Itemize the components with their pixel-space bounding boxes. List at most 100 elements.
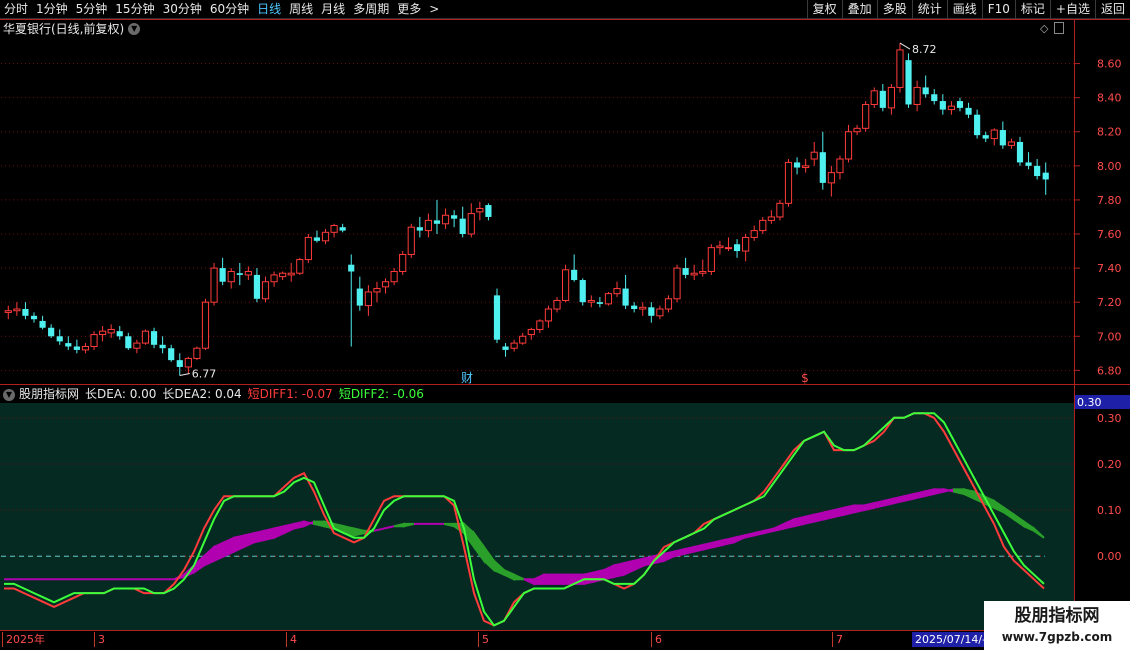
candle-body-down — [905, 60, 912, 105]
candle-body-up — [553, 299, 561, 310]
candle-body-down — [622, 288, 629, 306]
candle-body-up — [887, 86, 895, 109]
watermark: 股朋指标网 www.7gpzb.com — [984, 601, 1130, 650]
dea-ribbon-segment — [923, 488, 935, 498]
candle-body-up — [399, 253, 407, 273]
candle-body-down — [596, 302, 603, 304]
candle-body-up — [784, 161, 793, 204]
candle-body-down — [1034, 165, 1041, 177]
low-price-label: 6.77 — [192, 367, 217, 380]
candle-body-up — [699, 271, 707, 274]
candle-body-down — [356, 288, 363, 306]
candle-body-up — [750, 230, 758, 238]
candle-body-up — [536, 320, 544, 330]
indicator-tick-label: 0.10 — [1097, 504, 1122, 517]
candle-body-up — [990, 129, 998, 140]
candle-body-up — [613, 288, 621, 295]
candle-body-up — [381, 281, 390, 288]
high-price-label: 8.72 — [912, 43, 937, 56]
dea-ribbon-segment — [843, 504, 855, 516]
candle-body-down — [348, 264, 355, 272]
date-cursor-label: 2025/07/14/- — [912, 632, 990, 647]
candle-body-up — [4, 310, 12, 313]
candle-body-up — [853, 127, 861, 133]
dea-ribbon-segment — [553, 573, 565, 585]
candle-body-up — [519, 335, 527, 344]
candle-body-up — [947, 105, 955, 111]
candle-body-up — [227, 271, 235, 283]
candle-body-down — [956, 101, 964, 108]
candle-body-up — [244, 271, 252, 276]
dea-ribbon-segment — [583, 571, 595, 586]
candle-body-up — [759, 219, 767, 232]
candle-body-up — [767, 216, 775, 221]
candle-body-down — [159, 344, 166, 349]
candle-body-up — [776, 202, 784, 218]
candle-body-down — [236, 273, 243, 275]
candle-body-up — [330, 224, 338, 233]
candle-body-down — [451, 215, 458, 219]
candle-body-down — [939, 101, 946, 110]
candle-body-up — [279, 272, 287, 278]
price-tick-label: 7.40 — [1097, 262, 1122, 275]
date-label-3: 5 — [478, 632, 489, 647]
chart-canvas[interactable]: 6.80 7.00 7.20 7.40 7.60 7.80 8.00 8.20 8.40 8.60… — [0, 0, 1130, 650]
candle-body-up — [527, 328, 535, 336]
price-tick-label: 7.80 — [1097, 194, 1122, 207]
candle-body-up — [664, 298, 673, 310]
candle-body-down — [1042, 172, 1049, 180]
candle-body-down — [39, 320, 46, 328]
dea-ribbon-segment — [713, 538, 725, 549]
candle-body-up — [639, 306, 647, 310]
high-marker-arrow — [899, 42, 911, 50]
candle-body-down — [733, 244, 741, 252]
date-label-4: 6 — [651, 632, 662, 647]
candle-body-down — [253, 274, 261, 299]
dea-ribbon-segment — [873, 499, 885, 510]
dea-ribbon-segment — [913, 490, 925, 500]
dea-ribbon-segment — [613, 561, 625, 579]
date-label-1: 3 — [94, 632, 105, 647]
candle-body-up — [304, 236, 312, 261]
candle-body-down — [1025, 162, 1032, 166]
candle-body-up — [270, 274, 278, 283]
dea-ribbon-segment — [263, 527, 275, 542]
price-tick-label: 7.60 — [1097, 228, 1122, 241]
candle-body-down — [982, 135, 989, 139]
candle-body-down — [65, 343, 72, 347]
candle-body-up — [373, 288, 381, 293]
candle-body-up — [827, 172, 835, 184]
watermark-title: 股朋指标网 — [1014, 606, 1100, 626]
dea-ribbon-segment — [673, 548, 685, 558]
candle-body-down — [433, 220, 441, 224]
candle-body-up — [287, 272, 295, 276]
dea-ribbon-segment — [823, 508, 835, 521]
candle-body-up — [407, 226, 415, 255]
candle-body-down — [493, 295, 501, 340]
dea-ribbon-segment — [793, 515, 805, 528]
candle-body-down — [631, 305, 638, 310]
dea-ribbon-segment — [833, 506, 845, 519]
dea-ribbon-segment — [883, 497, 895, 507]
candle-body-down — [30, 315, 38, 320]
price-tick-label: 8.20 — [1097, 126, 1122, 139]
candle-body-down — [56, 336, 63, 342]
candle-body-down — [485, 205, 492, 217]
date-label-2: 4 — [286, 632, 297, 647]
candle-body-down — [931, 94, 938, 102]
dea-ribbon-segment — [943, 488, 955, 493]
candle-body-down — [502, 346, 509, 350]
candle-body-down — [922, 87, 929, 95]
event-badge: 财 — [461, 371, 473, 385]
candle-body-down — [571, 269, 578, 281]
candle-body-up — [201, 301, 210, 349]
candle-body-down — [648, 307, 655, 316]
candle-body-up — [99, 330, 107, 336]
candle-body-up — [707, 247, 715, 273]
candle-body-down — [339, 227, 346, 231]
candle-body-up — [296, 259, 304, 274]
candle-body-up — [1007, 141, 1016, 146]
candle-body-up — [133, 342, 141, 349]
indicator-tick-label: 0.30 — [1097, 412, 1122, 425]
dea-ribbon-segment — [543, 573, 555, 585]
